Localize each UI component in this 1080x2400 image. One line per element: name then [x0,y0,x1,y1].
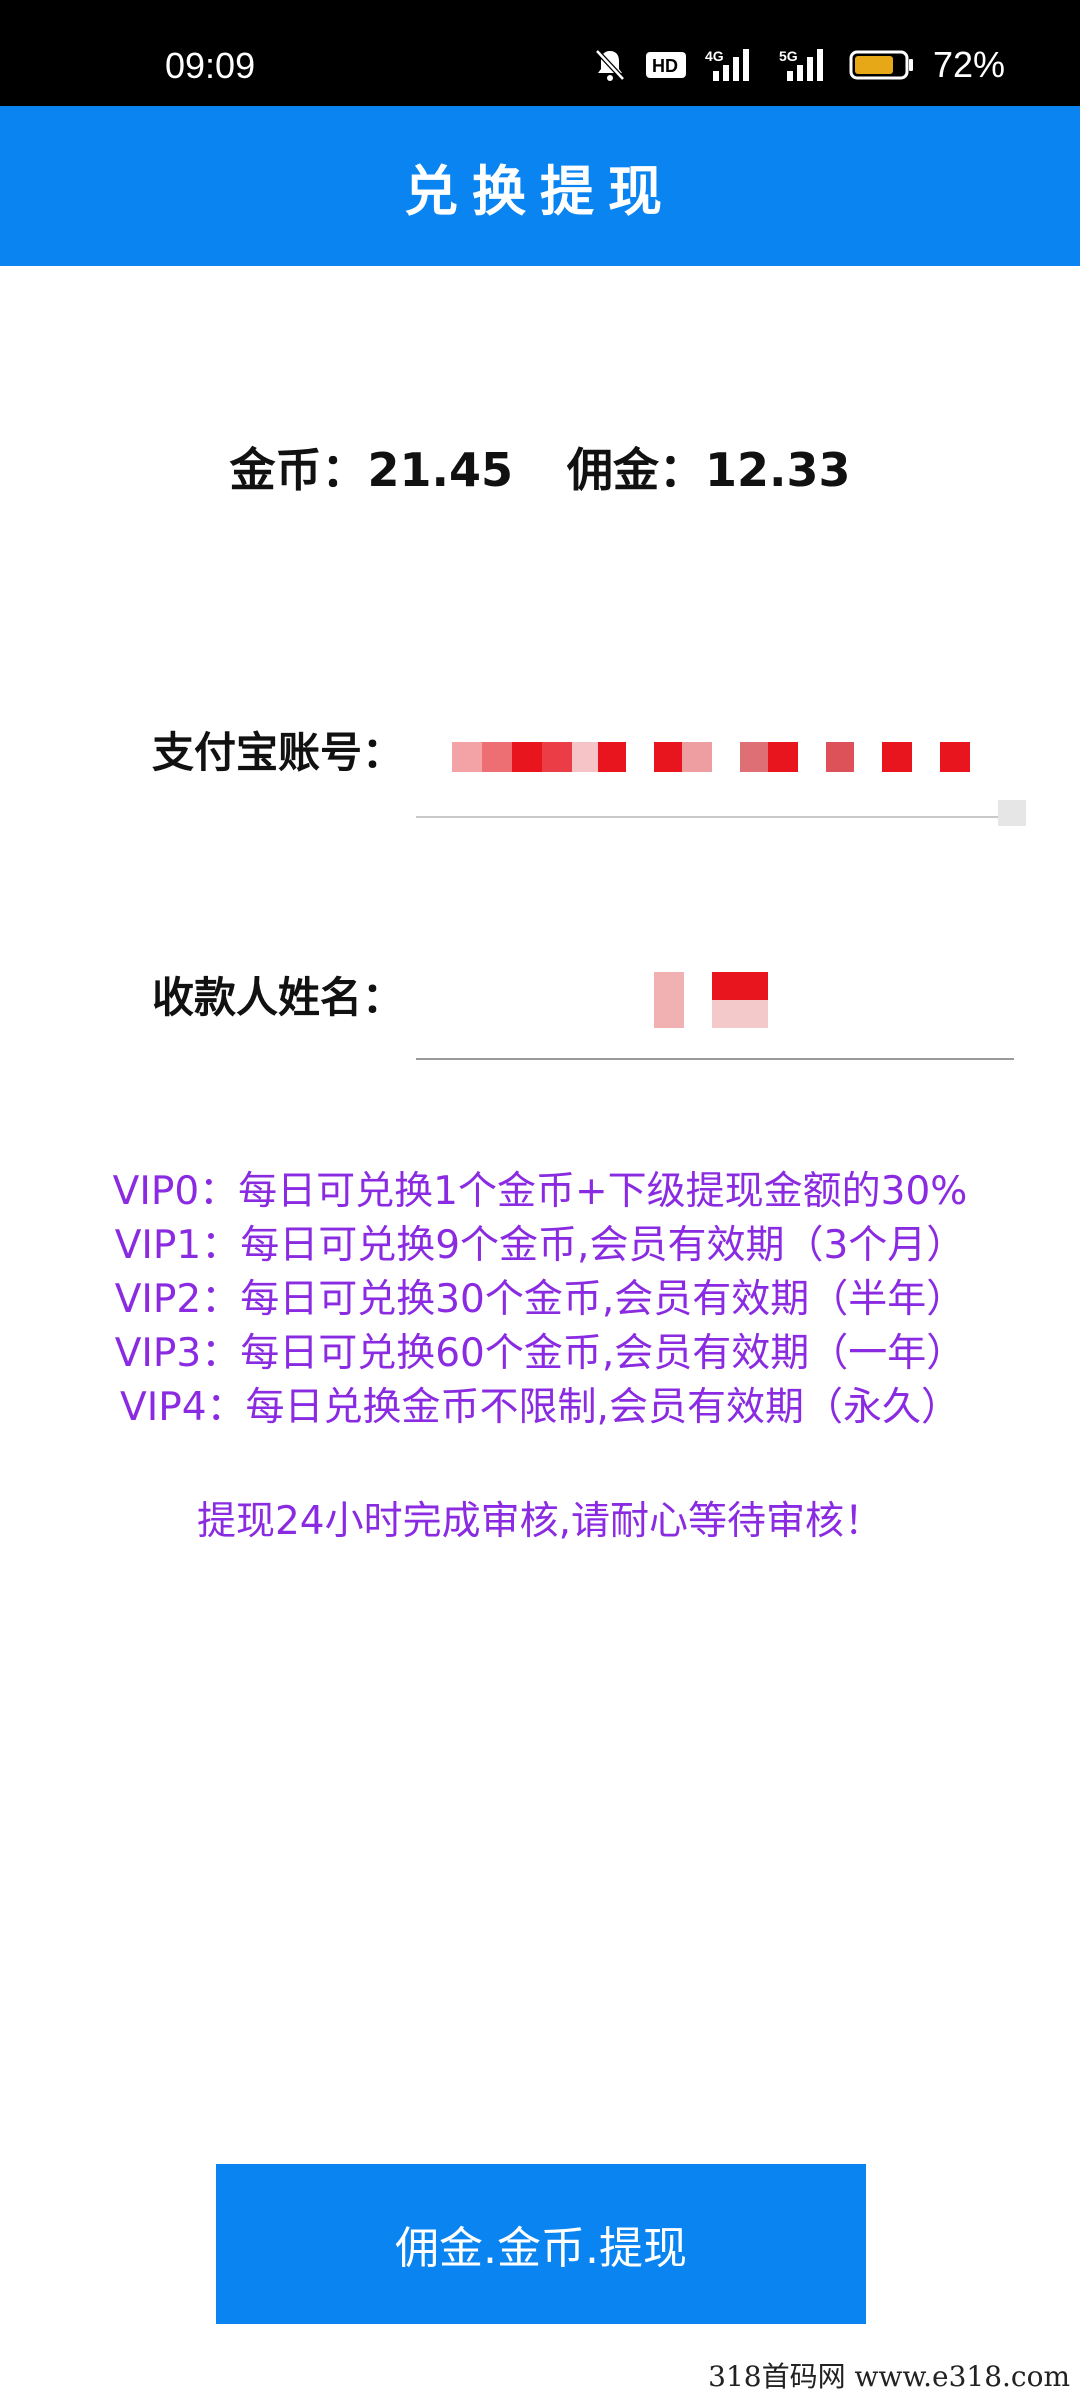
commission-value: 12.33 [705,443,851,497]
battery-icon [849,50,913,80]
input-scroll-handle [998,800,1026,826]
svg-text:5G: 5G [779,48,798,64]
bell-muted-icon [595,49,625,81]
status-icons: HD 4G 5G 72% [593,42,1005,88]
signal-4g-icon: 4G [705,48,749,81]
site-watermark: 318首码网 www.e318.com [660,2354,1080,2400]
signal-5g-icon: 5G [779,48,823,81]
vip-rules-list: VIP0：每日可兑换1个金币+下级提现金额的30% VIP1：每日可兑换9个金币… [0,1165,1080,1435]
vip-rule-0: VIP0：每日可兑换1个金币+下级提现金额的30% [112,1169,968,1214]
balance-summary: 金币：21.45 佣金：12.33 [0,440,1080,500]
coins-value: 21.45 [367,443,513,497]
exchange-withdraw-screen: 09:09 HD 4G 5G 72% 兑换提现 金币：21.45 佣金：12.3… [0,0,1080,2400]
vip-rule-1: VIP1：每日可兑换9个金币,会员有效期（3个月） [114,1223,966,1268]
hd-icon: HD [645,52,686,78]
vip-rule-4: VIP4：每日兑换金币不限制,会员有效期（永久） [120,1385,960,1430]
review-notice: 提现24小时完成审核,请耐心等待审核！ [196,1499,884,1544]
payee-name-label: 收款人姓名： [152,973,405,1022]
alipay-account-underline [416,816,1014,818]
vip-rule-3: VIP3：每日可兑换60个金币,会员有效期（一年） [114,1331,966,1376]
coins-label: 金币： [229,443,368,497]
status-bar: 09:09 HD 4G 5G 72% [0,0,1080,106]
svg-text:HD: HD [652,56,678,76]
battery-percent: 72% [932,44,1005,85]
vip-rule-2: VIP2：每日可兑换30个金币,会员有效期（半年） [114,1277,966,1322]
svg-text:4G: 4G [705,48,724,64]
title-bar: 兑换提现 [0,106,1080,266]
payee-name-underline [416,1058,1014,1060]
page-title: 兑换提现 [404,159,676,223]
commission-label: 佣金： [567,443,705,497]
withdraw-button[interactable]: 佣金.金币.提现 [216,2164,866,2324]
status-time: 09:09 [165,45,256,86]
alipay-account-label: 支付宝账号： [152,728,405,777]
